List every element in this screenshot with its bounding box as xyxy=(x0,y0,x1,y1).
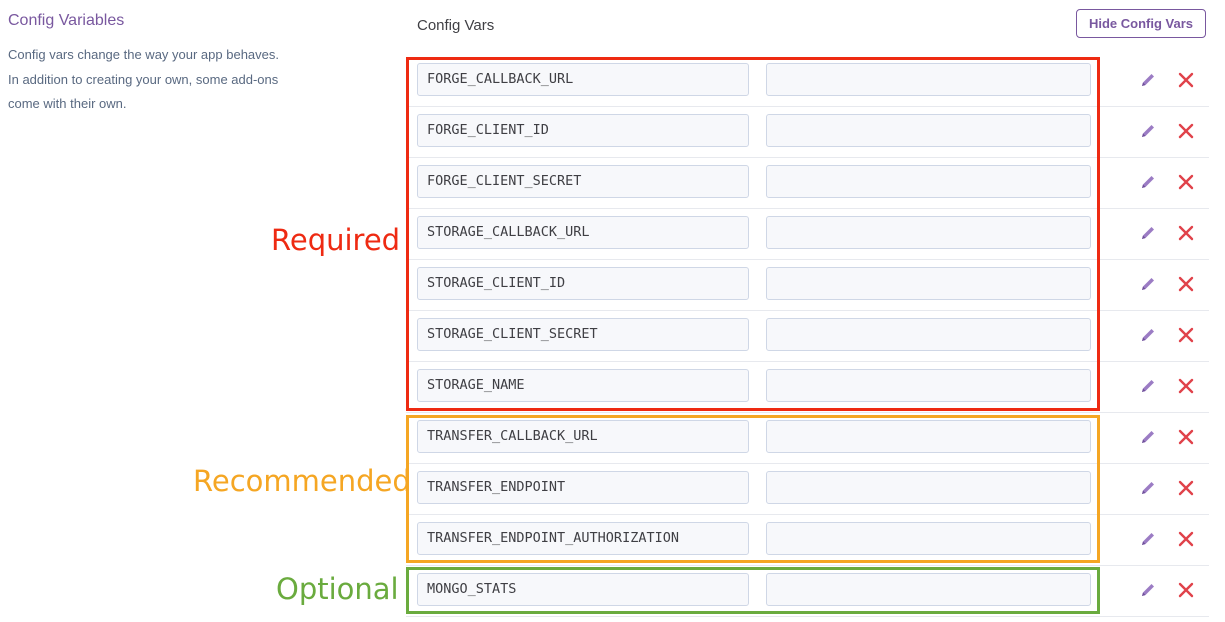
pencil-icon[interactable] xyxy=(1140,378,1156,394)
pencil-icon[interactable] xyxy=(1140,582,1156,598)
delete-x-icon[interactable] xyxy=(1178,531,1194,547)
pencil-icon[interactable] xyxy=(1140,225,1156,241)
pencil-icon[interactable] xyxy=(1140,276,1156,292)
delete-x-icon[interactable] xyxy=(1178,276,1194,292)
delete-x-icon[interactable] xyxy=(1178,174,1194,190)
delete-x-icon[interactable] xyxy=(1178,123,1194,139)
delete-x-icon[interactable] xyxy=(1178,225,1194,241)
pencil-icon[interactable] xyxy=(1140,429,1156,445)
optional-group-box xyxy=(406,567,1100,614)
sidebar-title: Config Variables xyxy=(8,12,125,29)
delete-x-icon[interactable] xyxy=(1178,480,1194,496)
pencil-icon[interactable] xyxy=(1140,480,1156,496)
hide-config-vars-button[interactable]: Hide Config Vars xyxy=(1076,9,1206,38)
delete-x-icon[interactable] xyxy=(1178,72,1194,88)
pencil-icon[interactable] xyxy=(1140,531,1156,547)
delete-x-icon[interactable] xyxy=(1178,378,1194,394)
pencil-icon[interactable] xyxy=(1140,123,1156,139)
recommended-group-box xyxy=(406,415,1100,563)
sidebar-description: Config vars change the way your app beha… xyxy=(8,47,280,111)
pencil-icon[interactable] xyxy=(1140,327,1156,343)
section-title: Config Vars xyxy=(417,17,495,34)
delete-x-icon[interactable] xyxy=(1178,429,1194,445)
delete-x-icon[interactable] xyxy=(1178,582,1194,598)
delete-x-icon[interactable] xyxy=(1178,327,1194,343)
required-group-box xyxy=(406,57,1100,411)
optional-label: Optional xyxy=(276,572,399,606)
pencil-icon[interactable] xyxy=(1140,174,1156,190)
pencil-icon[interactable] xyxy=(1140,72,1156,88)
recommended-label: Recommended xyxy=(193,464,411,498)
required-label: Required xyxy=(271,223,401,257)
